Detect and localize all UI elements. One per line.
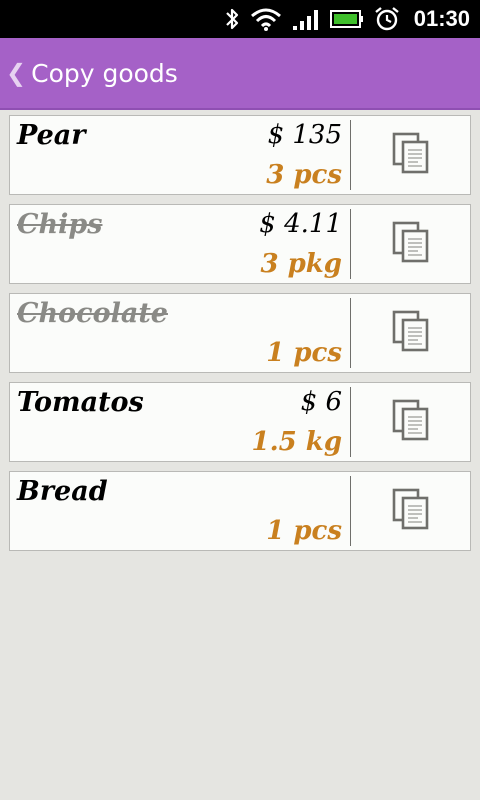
- copy-icon: [391, 309, 431, 357]
- item-name: Pear: [17, 120, 86, 151]
- list-item[interactable]: Chips $ 4.11 3 pkg: [9, 204, 471, 284]
- copy-button[interactable]: [351, 294, 470, 372]
- status-time: 01:30: [413, 6, 470, 31]
- goods-list: Pear $ 135 3 pcs Chips $ 4.11 3 pkg Chocolate 1…: [0, 110, 480, 551]
- item-price: $ 135: [267, 120, 342, 150]
- copy-button[interactable]: [351, 205, 470, 283]
- item-price: $ 4.11: [259, 209, 342, 239]
- list-item[interactable]: Tomatos $ 6 1.5 kg: [9, 382, 471, 462]
- battery-icon: [329, 8, 364, 30]
- item-info[interactable]: Chips $ 4.11 3 pkg: [10, 205, 350, 283]
- copy-icon: [391, 131, 431, 179]
- copy-button[interactable]: [351, 116, 470, 194]
- copy-button[interactable]: [351, 472, 470, 550]
- item-price: $ 6: [300, 387, 342, 417]
- list-item[interactable]: Pear $ 135 3 pcs: [9, 115, 471, 195]
- signal-icon: [292, 7, 320, 31]
- copy-icon: [391, 487, 431, 535]
- item-quantity: 1 pcs: [266, 338, 342, 368]
- title-bar: ❮ Copy goods: [0, 38, 480, 110]
- item-name: Bread: [17, 476, 108, 507]
- bluetooth-icon: [224, 6, 240, 32]
- item-quantity: 3 pcs: [266, 160, 342, 190]
- item-name: Chocolate: [17, 298, 168, 329]
- item-info[interactable]: Pear $ 135 3 pcs: [10, 116, 350, 194]
- status-bar: 01:30: [0, 0, 480, 38]
- list-item[interactable]: Bread 1 pcs: [9, 471, 471, 551]
- copy-icon: [391, 398, 431, 446]
- item-info[interactable]: Chocolate 1 pcs: [10, 294, 350, 372]
- item-quantity: 1.5 kg: [251, 427, 342, 457]
- copy-icon: [391, 220, 431, 268]
- list-item[interactable]: Chocolate 1 pcs: [9, 293, 471, 373]
- item-quantity: 3 pkg: [260, 249, 342, 279]
- wifi-icon: [250, 7, 282, 31]
- alarm-icon: [374, 6, 400, 32]
- back-chevron-icon[interactable]: ❮: [6, 59, 26, 87]
- item-info[interactable]: Tomatos $ 6 1.5 kg: [10, 383, 350, 461]
- copy-button[interactable]: [351, 383, 470, 461]
- item-quantity: 1 pcs: [266, 516, 342, 546]
- item-info[interactable]: Bread 1 pcs: [10, 472, 350, 550]
- page-title: Copy goods: [31, 58, 178, 88]
- item-name: Tomatos: [17, 387, 144, 418]
- item-name: Chips: [17, 209, 103, 240]
